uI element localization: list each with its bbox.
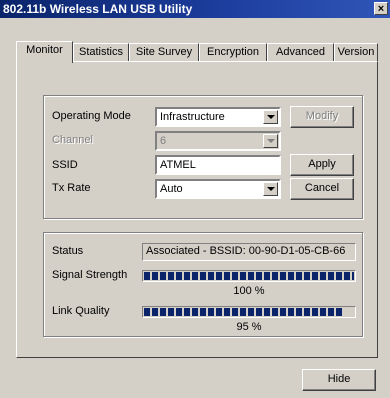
signal-strength-label: Signal Strength: [52, 269, 128, 281]
tx-rate-select[interactable]: Auto: [155, 179, 281, 199]
ssid-label: SSID: [52, 159, 78, 171]
tab-monitor[interactable]: Monitor: [16, 41, 73, 63]
link-quality-label: Link Quality: [52, 305, 110, 317]
tab-version[interactable]: Version: [334, 43, 378, 61]
link-quality-fill: [144, 308, 344, 316]
tab-statistics[interactable]: Statistics: [73, 43, 129, 61]
window-body: Monitor Statistics Site Survey Encryptio…: [0, 18, 390, 398]
chevron-down-icon[interactable]: [263, 182, 278, 196]
signal-strength-fill: [144, 272, 354, 280]
status-group: Status Associated - BSSID: 00-90-D1-05-C…: [43, 232, 363, 337]
cancel-button[interactable]: Cancel: [290, 178, 354, 200]
tab-advanced[interactable]: Advanced: [267, 43, 334, 61]
close-button[interactable]: ×: [374, 2, 388, 15]
tx-rate-value: Auto: [160, 183, 183, 195]
hide-button[interactable]: Hide: [302, 369, 376, 391]
ssid-input[interactable]: ATMEL: [155, 155, 281, 175]
channel-label: Channel: [52, 134, 93, 146]
tab-encryption[interactable]: Encryption: [199, 43, 267, 61]
chevron-down-icon[interactable]: [263, 134, 278, 148]
signal-strength-bar: [142, 270, 356, 282]
operating-mode-label: Operating Mode: [52, 110, 131, 122]
channel-select[interactable]: 6: [155, 131, 281, 151]
modify-button[interactable]: Modify: [290, 106, 354, 128]
close-icon: ×: [377, 3, 385, 15]
link-quality-bar: [142, 306, 356, 318]
tab-site-survey[interactable]: Site Survey: [129, 43, 199, 61]
status-label: Status: [52, 245, 84, 257]
settings-group: Operating Mode Infrastructure Modify Cha…: [43, 95, 363, 219]
signal-strength-percent: 100 %: [233, 285, 265, 297]
operating-mode-value: Infrastructure: [160, 111, 225, 123]
apply-button[interactable]: Apply: [290, 154, 354, 176]
monitor-panel: Operating Mode Infrastructure Modify Cha…: [16, 61, 378, 358]
ssid-value: ATMEL: [160, 159, 196, 171]
operating-mode-select[interactable]: Infrastructure: [155, 107, 281, 127]
link-quality-percent: 95 %: [236, 321, 262, 333]
window-title: 802.11b Wireless LAN USB Utility: [3, 2, 193, 16]
status-value: Associated - BSSID: 00-90-D1-05-CB-66: [142, 243, 356, 261]
chevron-down-icon[interactable]: [263, 110, 278, 124]
tx-rate-label: Tx Rate: [52, 182, 91, 194]
title-bar[interactable]: 802.11b Wireless LAN USB Utility ×: [0, 0, 390, 18]
channel-value: 6: [160, 135, 167, 147]
